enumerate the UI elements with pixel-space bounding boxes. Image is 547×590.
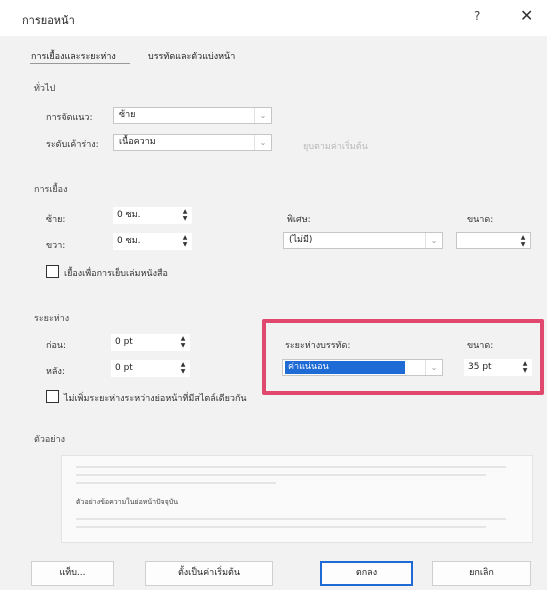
indent-right-value: 0 ซม. xyxy=(117,236,141,246)
preview-line xyxy=(76,474,486,476)
general-section-label: ทั่วไป xyxy=(34,84,56,94)
chevron-down-icon: ⌄ xyxy=(425,233,442,248)
spacing-section-label: ระยะห่าง xyxy=(34,314,70,324)
indent-left-stepper[interactable]: 0 ซม. ▲ ▼ xyxy=(113,207,192,224)
tab-indents-spacing[interactable]: การเยื้องและระยะห่าง xyxy=(31,49,116,63)
ok-button[interactable]: ตกลง xyxy=(320,561,413,586)
tabs-button[interactable]: แท็บ... xyxy=(31,561,114,586)
alignment-value: ซ้าย xyxy=(119,110,136,120)
special-value: (ไม่มี) xyxy=(289,235,313,245)
outline-level-select[interactable]: เนื้อความ ⌄ xyxy=(113,134,272,151)
chevron-down-icon: ⌄ xyxy=(254,135,271,150)
spin-arrows-icon[interactable]: ▲ ▼ xyxy=(180,234,190,248)
spacing-before-label: ก่อน: xyxy=(46,341,67,351)
cancel-button[interactable]: ยกเลิก xyxy=(432,561,531,586)
spin-arrows-icon[interactable]: ▲ ▼ xyxy=(178,361,188,375)
preview-line xyxy=(76,466,506,468)
preview-line xyxy=(76,482,276,484)
dialog-titlebar xyxy=(0,0,547,36)
help-button[interactable]: ? xyxy=(474,9,480,23)
preview-section-label: ตัวอย่าง xyxy=(34,435,66,445)
preview-sample-text: ตัวอย่างข้อความในย่อหน้าปัจจุบัน xyxy=(76,498,178,506)
by-stepper[interactable]: ▲ ▼ xyxy=(456,232,531,249)
spacing-after-stepper[interactable]: 0 pt ▲ ▼ xyxy=(111,360,190,377)
close-button[interactable]: ✕ xyxy=(520,6,533,25)
dont-add-space-label: ไม่เพิ่มระยะห่างระหว่างย่อหน้าที่มีสไตล์… xyxy=(64,394,247,404)
spin-arrows-icon[interactable]: ▲ ▼ xyxy=(178,335,188,349)
outline-level-label: ระดับเค้าร่าง: xyxy=(46,140,99,150)
collapsed-default-label: ยุบตามค่าเริ่มต้น xyxy=(303,142,368,152)
by-label: ขนาด: xyxy=(467,215,494,225)
spacing-after-label: หลัง: xyxy=(46,367,65,377)
preview-box: ตัวอย่างข้อความในย่อหน้าปัจจุบัน xyxy=(61,455,533,543)
dialog-title: การยอหน้า xyxy=(22,14,75,27)
spacing-before-value: 0 pt xyxy=(115,337,133,347)
set-default-button[interactable]: ตั้งเป็นค่าเริ่มต้น xyxy=(145,561,273,586)
indent-left-value: 0 ซม. xyxy=(117,210,141,220)
outline-level-value: เนื้อความ xyxy=(119,137,156,147)
preview-line xyxy=(76,526,486,528)
indent-left-label: ซ้าย: xyxy=(46,215,66,225)
spacing-before-stepper[interactable]: 0 pt ▲ ▼ xyxy=(111,334,190,351)
highlight-annotation xyxy=(262,319,544,395)
indent-right-label: ขวา: xyxy=(46,241,66,251)
chevron-down-icon: ⌄ xyxy=(254,108,271,123)
dont-add-space-checkbox[interactable] xyxy=(46,390,59,403)
spin-arrows-icon[interactable]: ▲ ▼ xyxy=(180,208,190,222)
spin-arrows-icon[interactable]: ▲ ▼ xyxy=(518,234,528,248)
alignment-select[interactable]: ซ้าย ⌄ xyxy=(113,107,272,124)
special-select[interactable]: (ไม่มี) ⌄ xyxy=(283,232,443,249)
indentation-section-label: การเยื้อง xyxy=(34,185,68,195)
alignment-label: การจัดแนว: xyxy=(46,113,93,123)
paragraph-dialog: การยอหน้า ? ✕ การเยื้องและระยะห่าง บรรทั… xyxy=(0,0,547,590)
mirror-indents-checkbox[interactable] xyxy=(46,265,59,278)
active-tab-indicator xyxy=(30,63,130,64)
preview-line xyxy=(76,518,506,520)
mirror-indents-label: เยื้องเพื่อการเย็บเล่มหนังสือ xyxy=(64,269,168,279)
special-label: พิเศษ: xyxy=(287,215,311,225)
tab-line-page-breaks[interactable]: บรรทัดและตัวแบ่งหน้า xyxy=(148,49,235,63)
spacing-after-value: 0 pt xyxy=(115,363,133,373)
indent-right-stepper[interactable]: 0 ซม. ▲ ▼ xyxy=(113,233,192,250)
